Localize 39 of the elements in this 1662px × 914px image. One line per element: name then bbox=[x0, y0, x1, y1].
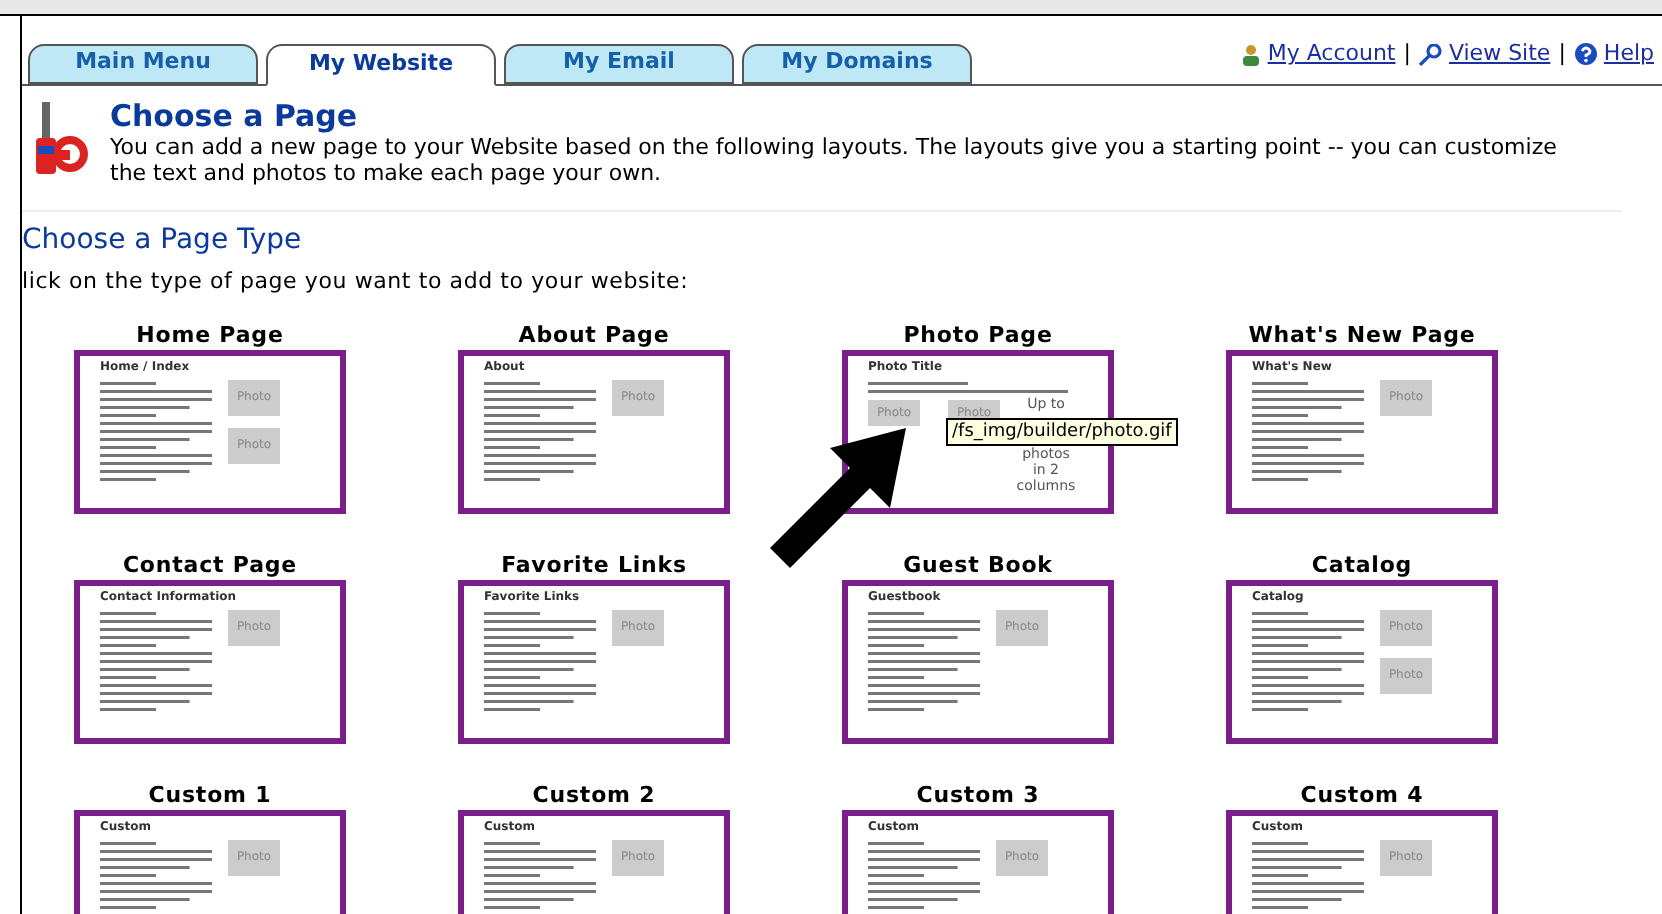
tab[interactable]: Main Menu bbox=[28, 43, 258, 83]
template-title[interactable]: Contact Page bbox=[122, 551, 298, 577]
page-description: You can add a new page to your Website based on the following layouts. The layouts give you a starting point -- you can customize the text and photos to make each page your own. bbox=[110, 133, 1559, 185]
header-link[interactable]: Help bbox=[1603, 38, 1654, 71]
template-title[interactable]: Guest Book bbox=[903, 551, 1053, 577]
text-lines-drawing bbox=[484, 379, 596, 483]
tab[interactable]: My Website bbox=[266, 43, 496, 85]
person-icon bbox=[1239, 43, 1262, 66]
text-lines-drawing bbox=[868, 609, 980, 713]
text-lines-drawing bbox=[1252, 379, 1364, 483]
template-title[interactable]: Photo Page bbox=[903, 321, 1053, 347]
link-separator: | bbox=[1403, 38, 1411, 70]
text-lines-drawing bbox=[1252, 609, 1364, 713]
template-title[interactable]: What's New Page bbox=[1248, 321, 1476, 347]
link-separator: | bbox=[1558, 38, 1566, 70]
tab[interactable]: My Domains bbox=[742, 43, 972, 83]
text-lines-drawing bbox=[484, 609, 596, 713]
template-title[interactable]: Custom 2 bbox=[532, 781, 656, 807]
template-title[interactable]: Custom 3 bbox=[916, 781, 1040, 807]
template-title[interactable]: About Page bbox=[518, 321, 670, 347]
template-title[interactable]: Custom 4 bbox=[1300, 781, 1424, 807]
template-title[interactable]: Favorite Links bbox=[501, 551, 687, 577]
instruction-text: lick on the type of page you want to add to your website: bbox=[22, 267, 691, 293]
text-lines-drawing bbox=[100, 609, 212, 713]
tooltip: /fs_img/builder/photo.gif bbox=[946, 418, 1178, 446]
text-lines-drawing bbox=[1252, 839, 1364, 914]
header-link[interactable]: View Site bbox=[1448, 38, 1551, 71]
page-title: Choose a Page bbox=[110, 97, 360, 133]
template-title[interactable]: Home Page bbox=[136, 321, 284, 347]
text-lines-drawing bbox=[100, 839, 212, 914]
header-link[interactable]: My Account bbox=[1267, 38, 1396, 71]
help-icon bbox=[1573, 42, 1598, 67]
tab[interactable]: My Email bbox=[504, 43, 734, 83]
section-title: Choose a Page Type bbox=[22, 223, 304, 257]
template-title[interactable]: Catalog bbox=[1311, 551, 1413, 577]
template-title[interactable]: Custom 1 bbox=[148, 781, 272, 807]
text-lines-drawing bbox=[868, 839, 980, 914]
text-lines-drawing bbox=[484, 839, 596, 914]
text-lines-drawing bbox=[100, 379, 212, 483]
